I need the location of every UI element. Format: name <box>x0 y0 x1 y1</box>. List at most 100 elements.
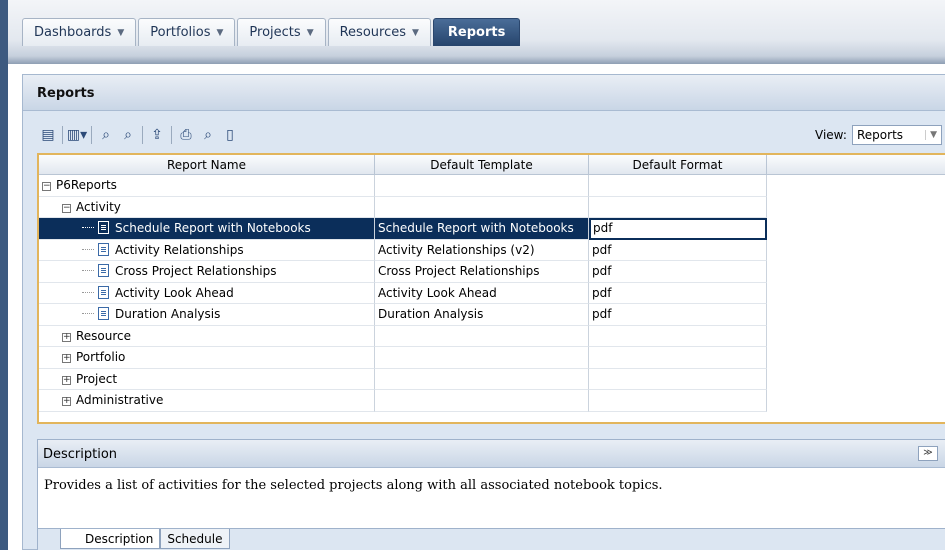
find-icon[interactable]: ⌕ <box>95 124 117 146</box>
top-nav-bar: Dashboards ▼ Portfolios ▼ Projects ▼ Resour… <box>0 0 945 64</box>
chevron-down-icon: ▼ <box>216 27 224 38</box>
default-format-cell[interactable]: pdf <box>589 218 767 240</box>
folder-row[interactable]: − Activity <box>39 196 767 218</box>
toolbar: ▤ ▥▾ ⌕ ⌕ ⇪ ⎙ ⌕ ▯ <box>37 123 241 147</box>
tab-label: Resources <box>339 25 406 40</box>
default-format-cell[interactable] <box>589 368 767 390</box>
toolbar-separator <box>91 126 92 144</box>
default-format-cell[interactable] <box>589 175 767 197</box>
open-report-icon[interactable]: ▤ <box>37 124 59 146</box>
folder-row[interactable]: − P6Reports <box>39 175 767 197</box>
default-template-cell <box>375 347 589 369</box>
report-icon <box>98 285 109 299</box>
report-icon <box>98 307 109 320</box>
tab-reports[interactable]: Reports <box>432 18 521 46</box>
default-template-cell <box>375 175 589 197</box>
view-select[interactable]: Reports ▼ <box>852 125 942 145</box>
page-setup-icon[interactable]: ▯ <box>219 124 241 146</box>
chevron-down-icon: ▼ <box>412 27 419 38</box>
folder-row[interactable]: + Portfolio <box>39 347 767 369</box>
export-icon[interactable]: ⇪ <box>146 124 168 146</box>
report-name: Activity <box>76 199 121 214</box>
report-name-cell: Cross Project Relationships <box>39 261 375 283</box>
find-next-icon[interactable]: ⌕ <box>117 124 139 146</box>
description-text: Provides a list of activities for the se… <box>44 478 663 493</box>
column-header-default-format[interactable]: Default Format <box>589 155 767 174</box>
folder-row[interactable]: + Resource <box>39 325 767 347</box>
tab-dashboards[interactable]: Dashboards ▼ <box>22 18 137 46</box>
report-name: Administrative <box>76 393 164 407</box>
column-header-default-template[interactable]: Default Template <box>375 155 589 174</box>
default-format-cell[interactable] <box>589 347 767 369</box>
tree-connector <box>82 248 94 250</box>
report-name: Cross Project Relationships <box>115 264 277 278</box>
report-name: Duration Analysis <box>115 307 221 321</box>
folder-row[interactable]: + Administrative <box>39 390 767 412</box>
print-icon[interactable]: ⎙ <box>175 124 197 146</box>
toolbar-separator <box>62 126 63 144</box>
report-row[interactable]: Activity Relationships Activity Relations… <box>39 239 767 261</box>
tab-label: Dashboards <box>34 25 112 40</box>
report-row[interactable]: Schedule Report with Notebooks Schedule R… <box>39 218 767 240</box>
default-template-cell <box>375 368 589 390</box>
expand-icon[interactable]: + <box>62 354 71 363</box>
tab-projects[interactable]: Projects ▼ <box>237 18 326 46</box>
column-header-report-name[interactable]: Report Name <box>39 155 375 174</box>
folder-row[interactable]: + Project <box>39 368 767 390</box>
expand-icon[interactable]: + <box>62 397 71 406</box>
report-name: Portfolio <box>76 350 126 364</box>
default-format-cell[interactable] <box>589 325 767 347</box>
description-title: Description <box>43 447 118 462</box>
module-tabs: Dashboards ▼ Portfolios ▼ Projects ▼ Resour… <box>22 18 522 46</box>
tree-connector <box>82 270 94 271</box>
default-format-cell[interactable]: pdf <box>589 304 767 326</box>
report-name-cell: Activity Look Ahead <box>39 282 375 304</box>
default-format-cell[interactable] <box>589 390 767 412</box>
report-name-cell: + Administrative <box>39 390 375 412</box>
report-row[interactable]: Activity Look Ahead Activity Look Ahead pd… <box>39 282 767 304</box>
page-title: Reports <box>23 75 945 111</box>
expand-icon[interactable]: + <box>62 375 71 385</box>
default-format-cell[interactable]: pdf <box>589 239 767 261</box>
report-name-cell: + Resource <box>39 325 375 347</box>
tab-portfolios[interactable]: Portfolios ▼ <box>138 18 236 46</box>
report-icon <box>98 221 109 234</box>
tab-schedule[interactable]: Schedule <box>160 529 230 549</box>
default-template-cell <box>375 196 589 218</box>
expand-icon[interactable]: + <box>62 332 71 342</box>
tree-connector <box>82 291 94 293</box>
description-panel: Description ≫ Provides a list of activit… <box>37 439 945 550</box>
report-name-cell: Activity Relationships <box>39 239 375 261</box>
collapse-tree-icon[interactable]: − <box>42 182 51 191</box>
tab-label: Projects <box>249 25 301 40</box>
default-format-cell[interactable]: pdf <box>589 282 767 304</box>
report-name-cell: + Project <box>39 368 375 390</box>
collapse-icon[interactable]: ≫ <box>918 446 938 461</box>
tree-connector <box>82 313 94 314</box>
default-template-cell: Duration Analysis <box>375 304 589 326</box>
report-name: Activity Look Ahead <box>115 285 234 300</box>
tab-resources[interactable]: Resources ▼ <box>327 18 431 46</box>
report-icon <box>98 264 109 277</box>
report-icon <box>98 242 109 256</box>
chevron-down-icon: ▼ <box>925 130 937 140</box>
print-preview-icon[interactable]: ⌕ <box>197 124 219 146</box>
collapse-tree-icon[interactable]: − <box>62 203 71 213</box>
default-format-cell[interactable]: pdf <box>589 261 767 283</box>
report-name: P6Reports <box>56 178 117 192</box>
reports-grid: Report Name Default Template Default For… <box>37 153 945 424</box>
reports-panel: Reports ▤ ▥▾ ⌕ ⌕ ⇪ ⎙ ⌕ ▯ View: Reports ▼ … <box>22 74 945 550</box>
tab-description[interactable]: Description <box>60 529 161 549</box>
report-row[interactable]: Duration Analysis Duration Analysis pdf <box>39 304 767 326</box>
left-edge-bar <box>0 0 8 550</box>
default-template-cell: Cross Project Relationships <box>375 261 589 283</box>
default-format-cell[interactable] <box>589 196 767 218</box>
detail-tabs: Description Schedule <box>38 528 945 550</box>
report-name-cell: − Activity <box>39 196 375 218</box>
report-name-cell: Duration Analysis <box>39 304 375 326</box>
report-row[interactable]: Cross Project Relationships Cross Project… <box>39 261 767 283</box>
default-template-cell <box>375 390 589 412</box>
columns-icon[interactable]: ▥▾ <box>66 124 88 146</box>
toolbar-separator <box>171 126 172 144</box>
report-name-cell: + Portfolio <box>39 347 375 369</box>
